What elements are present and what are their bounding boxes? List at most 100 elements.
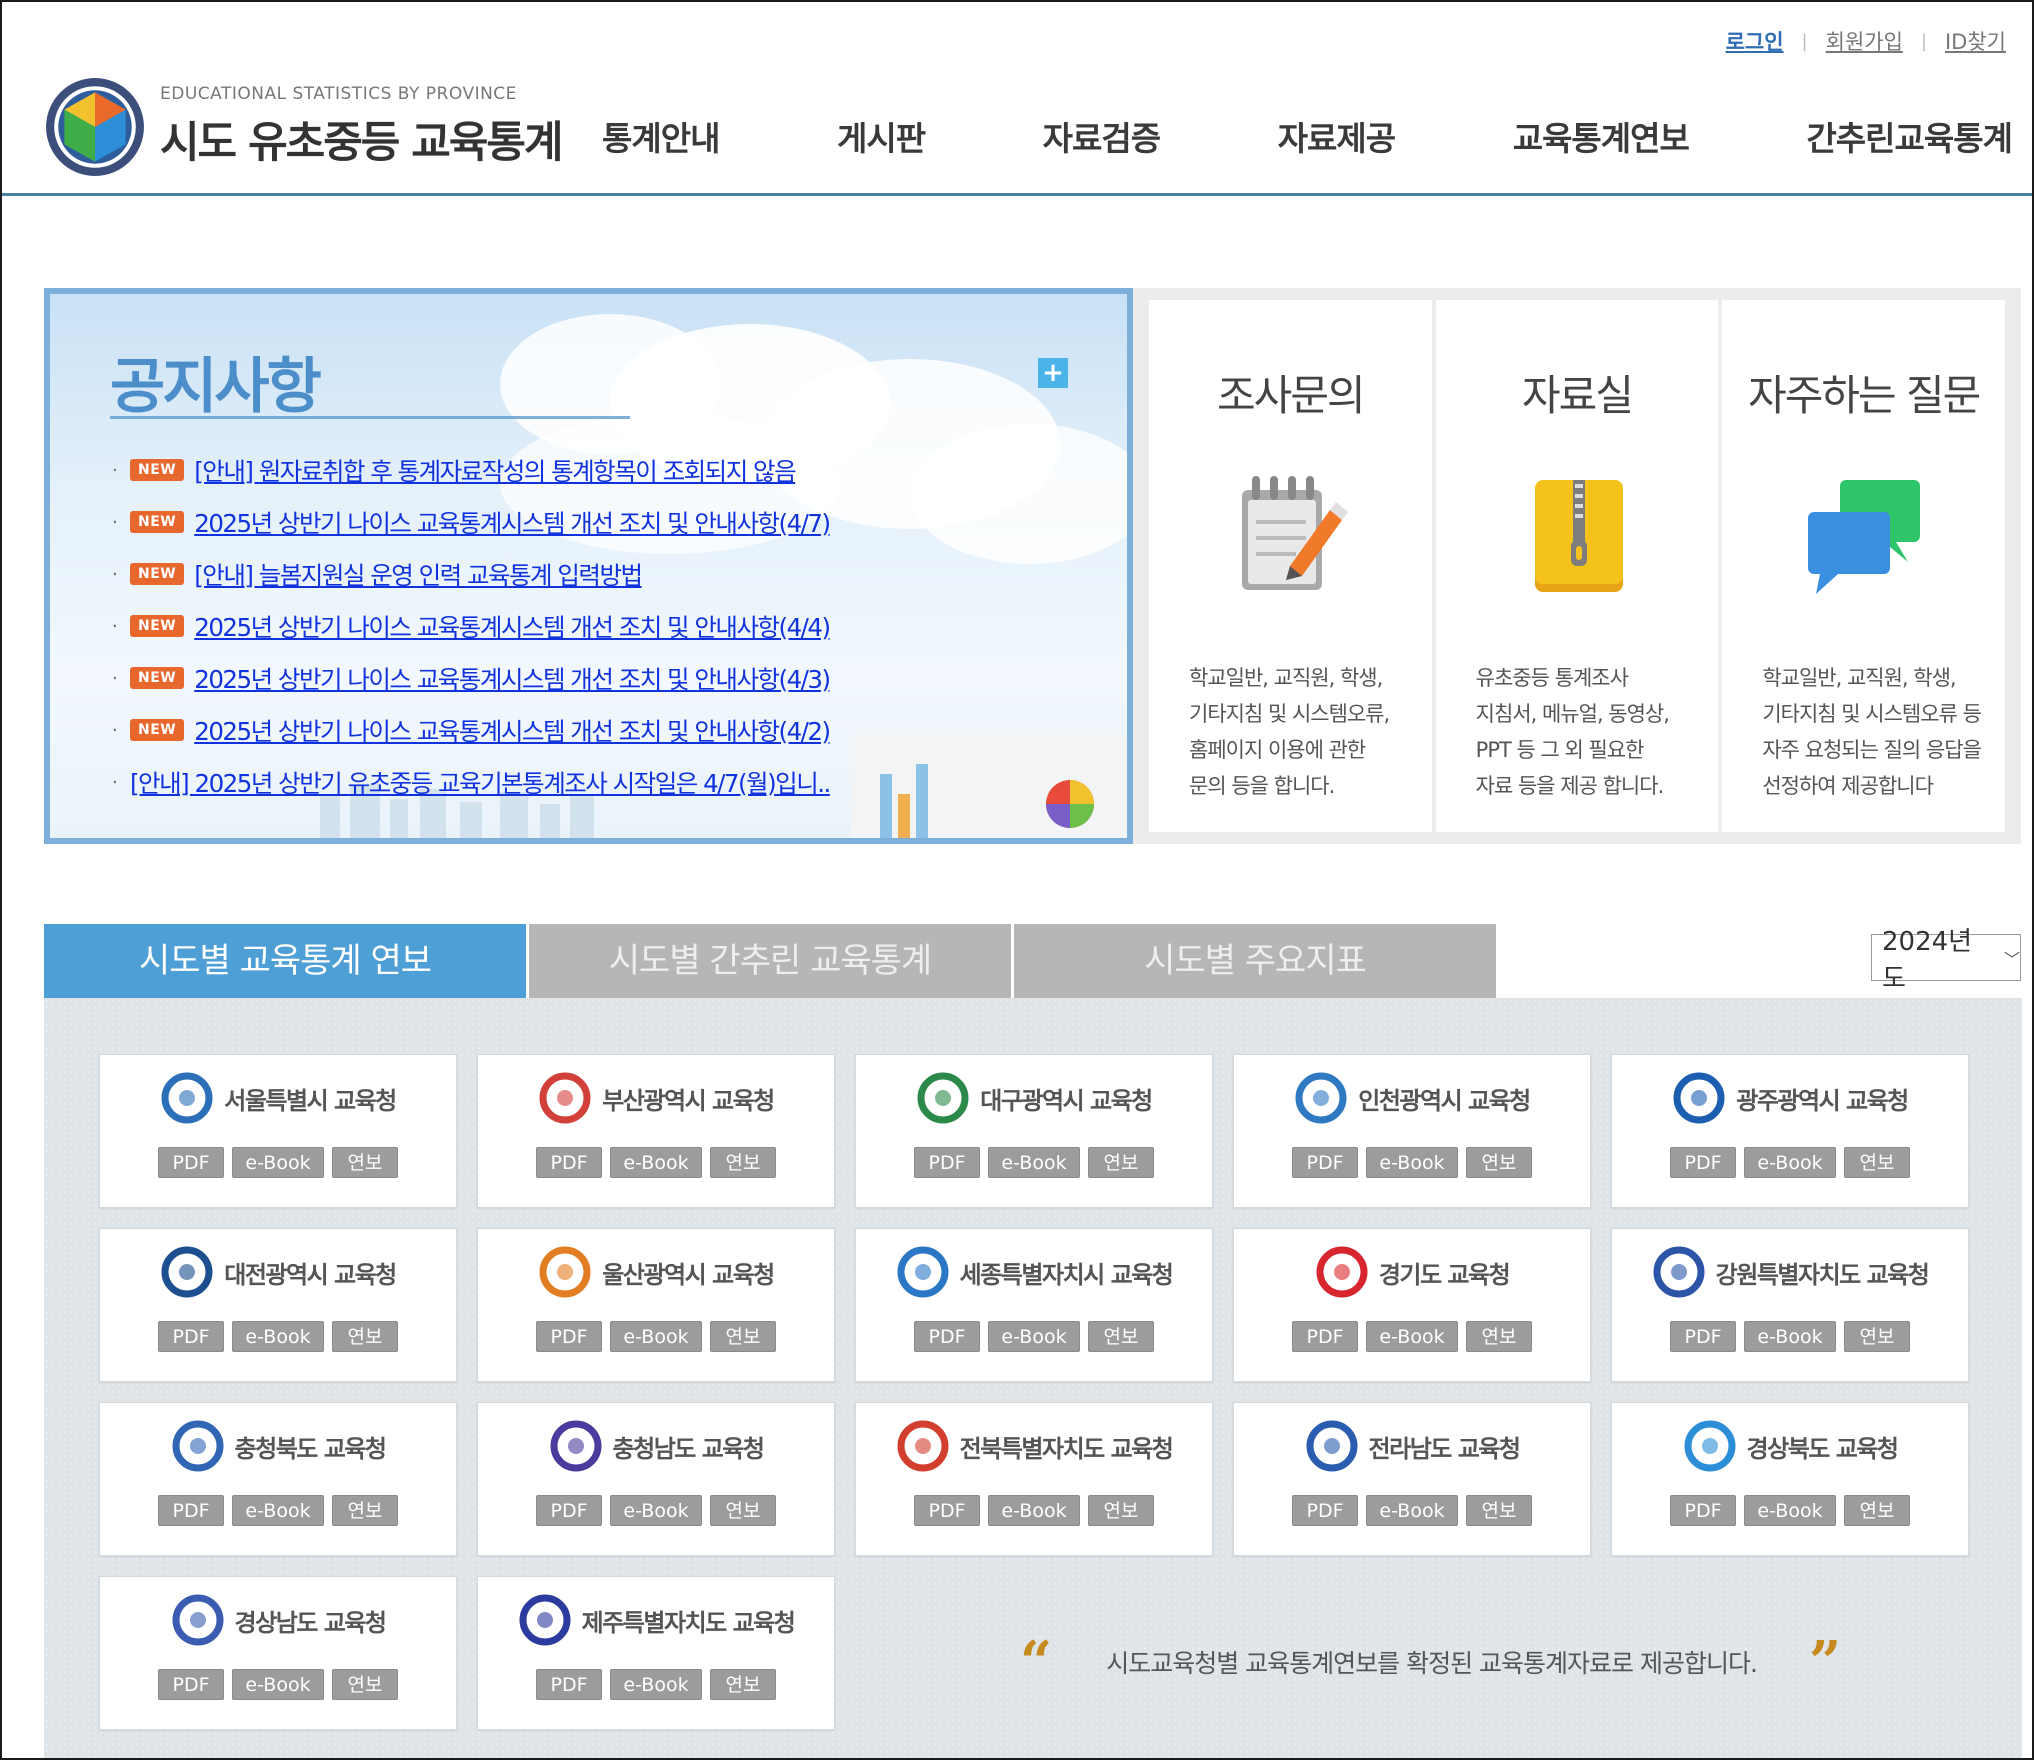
notice-item: · [안내] 2025년 상반기 유초중등 교육기본통계조사 시작일은 4/7(월… <box>112 756 831 808</box>
yearbook-button[interactable]: 연보 <box>710 1321 776 1352</box>
pdf-button[interactable]: PDF <box>914 1321 980 1352</box>
office-header: 경상남도 교육청 <box>100 1593 456 1647</box>
signup-link[interactable]: 회원가입 <box>1826 26 1903 56</box>
main-nav: 통계안내 게시판 자료검증 자료제공 교육통계연보 간추린교육통계 <box>602 112 2013 160</box>
quick-item-faq[interactable]: 자주하는 질문 학교일반, 교직원, 학생, 기타지침 및 시스템오류 등 자주… <box>1722 300 2006 832</box>
yearbook-button[interactable]: 연보 <box>1844 1147 1910 1178</box>
ebook-button[interactable]: e-Book <box>232 1321 324 1352</box>
office-logo-icon <box>917 1072 969 1124</box>
pdf-button[interactable]: PDF <box>536 1669 602 1700</box>
find-id-link[interactable]: ID찾기 <box>1945 26 2006 56</box>
quick-item-data-room[interactable]: 자료실 유초중등 통계조사 지침서, 메뉴얼, 동영상, PPT 등 그 외 필… <box>1435 300 1719 832</box>
yearbook-button[interactable]: 연보 <box>1844 1321 1910 1352</box>
ebook-button[interactable]: e-Book <box>232 1495 324 1526</box>
utility-links: 로그인 | 회원가입 | ID찾기 <box>1726 26 2006 56</box>
office-header: 제주특별자치도 교육청 <box>478 1593 834 1647</box>
nav-item-verification[interactable]: 자료검증 <box>1043 112 1161 160</box>
ebook-button[interactable]: e-Book <box>1366 1495 1458 1526</box>
yearbook-button[interactable]: 연보 <box>332 1321 398 1352</box>
yearbook-button[interactable]: 연보 <box>332 1669 398 1700</box>
ebook-button[interactable]: e-Book <box>1744 1495 1836 1526</box>
pdf-button[interactable]: PDF <box>1670 1147 1736 1178</box>
login-link[interactable]: 로그인 <box>1726 26 1784 56</box>
yearbook-button[interactable]: 연보 <box>1466 1147 1532 1178</box>
pdf-button[interactable]: PDF <box>536 1321 602 1352</box>
pdf-button[interactable]: PDF <box>158 1495 224 1526</box>
pdf-button[interactable]: PDF <box>158 1669 224 1700</box>
office-name: 전북특별자치도 교육청 <box>959 1434 1174 1463</box>
tab-brief-stats[interactable]: 시도별 간추린 교육통계 <box>529 924 1011 998</box>
ebook-button[interactable]: e-Book <box>1366 1147 1458 1178</box>
ebook-button[interactable]: e-Book <box>1744 1147 1836 1178</box>
nav-item-yearbook[interactable]: 교육통계연보 <box>1513 112 1690 160</box>
pdf-button[interactable]: PDF <box>158 1147 224 1178</box>
notice-link[interactable]: 2025년 상반기 나이스 교육통계시스템 개선 조치 및 안내사항(4/7) <box>194 505 831 540</box>
separator: | <box>1801 30 1808 52</box>
ebook-button[interactable]: e-Book <box>988 1495 1080 1526</box>
ebook-button[interactable]: e-Book <box>232 1669 324 1700</box>
pdf-button[interactable]: PDF <box>536 1147 602 1178</box>
nav-item-data-service[interactable]: 자료제공 <box>1278 112 1396 160</box>
yearbook-button[interactable]: 연보 <box>332 1495 398 1526</box>
office-card: 인천광역시 교육청 PDF e-Book 연보 <box>1233 1054 1591 1208</box>
ebook-button[interactable]: e-Book <box>1744 1321 1836 1352</box>
yearbook-button[interactable]: 연보 <box>710 1147 776 1178</box>
office-card: 대전광역시 교육청 PDF e-Book 연보 <box>99 1228 457 1382</box>
office-buttons: PDF e-Book 연보 <box>100 1669 456 1700</box>
ebook-button[interactable]: e-Book <box>1366 1321 1458 1352</box>
yearbook-button[interactable]: 연보 <box>1844 1495 1910 1526</box>
office-name: 부산광역시 교육청 <box>602 1086 775 1115</box>
pdf-button[interactable]: PDF <box>1292 1147 1358 1178</box>
yearbook-button[interactable]: 연보 <box>1088 1147 1154 1178</box>
ebook-button[interactable]: e-Book <box>610 1495 702 1526</box>
office-card: 충청남도 교육청 PDF e-Book 연보 <box>477 1402 835 1556</box>
tab-yearbook[interactable]: 시도별 교육통계 연보 <box>44 924 526 1010</box>
ebook-button[interactable]: e-Book <box>232 1147 324 1178</box>
yearbook-button[interactable]: 연보 <box>1466 1495 1532 1526</box>
tab-key-indicators[interactable]: 시도별 주요지표 <box>1014 924 1496 998</box>
year-select[interactable]: 2024년도 ﹀ <box>1871 927 2021 994</box>
office-name: 경상북도 교육청 <box>1746 1434 1899 1463</box>
pdf-button[interactable]: PDF <box>1670 1495 1736 1526</box>
pdf-button[interactable]: PDF <box>1292 1321 1358 1352</box>
ebook-button[interactable]: e-Book <box>610 1147 702 1178</box>
yearbook-button[interactable]: 연보 <box>332 1147 398 1178</box>
notice-link[interactable]: 2025년 상반기 나이스 교육통계시스템 개선 조치 및 안내사항(4/2) <box>194 713 831 748</box>
pdf-button[interactable]: PDF <box>536 1495 602 1526</box>
ebook-button[interactable]: e-Book <box>610 1669 702 1700</box>
office-buttons: PDF e-Book 연보 <box>1234 1495 1590 1526</box>
ebook-button[interactable]: e-Book <box>610 1321 702 1352</box>
yearbook-button[interactable]: 연보 <box>1466 1321 1532 1352</box>
office-logo-icon <box>1653 1246 1705 1298</box>
office-buttons: PDF e-Book 연보 <box>478 1321 834 1352</box>
yearbook-button[interactable]: 연보 <box>710 1669 776 1700</box>
yearbook-button[interactable]: 연보 <box>1088 1495 1154 1526</box>
nav-item-board[interactable]: 게시판 <box>837 112 926 160</box>
quick-item-survey-inquiry[interactable]: 조사문의 학교일반, 교직원, 학생, 기타지침 및 시스템오류, 홈페이지 이… <box>1149 300 1432 832</box>
pdf-button[interactable]: PDF <box>1292 1495 1358 1526</box>
new-badge: NEW <box>130 667 185 689</box>
office-logo-icon <box>1306 1420 1358 1472</box>
pdf-button[interactable]: PDF <box>158 1321 224 1352</box>
office-logo-icon <box>897 1420 949 1472</box>
nav-item-brief-stats[interactable]: 간추린교육통계 <box>1806 112 2013 160</box>
office-header: 전북특별자치도 교육청 <box>856 1419 1212 1473</box>
notice-link[interactable]: [안내] 원자료취합 후 통계자료작성의 통계항목이 조회되지 않음 <box>194 453 796 488</box>
bullet: · <box>112 459 118 481</box>
site-logo[interactable]: EDUCATIONAL STATISTICS BY PROVINCE 시도 유초… <box>44 76 564 178</box>
office-logo-icon <box>161 1072 213 1124</box>
ebook-button[interactable]: e-Book <box>988 1147 1080 1178</box>
notice-link[interactable]: [안내] 2025년 상반기 유초중등 교육기본통계조사 시작일은 4/7(월)… <box>130 765 831 800</box>
ebook-button[interactable]: e-Book <box>988 1321 1080 1352</box>
yearbook-button[interactable]: 연보 <box>1088 1321 1154 1352</box>
yearbook-button[interactable]: 연보 <box>710 1495 776 1526</box>
office-card: 세종특별자치시 교육청 PDF e-Book 연보 <box>855 1228 1213 1382</box>
notice-more-button[interactable]: + <box>1038 358 1068 388</box>
notice-link[interactable]: [안내] 늘봄지원실 운영 인력 교육통계 입력방법 <box>194 557 643 592</box>
notice-link[interactable]: 2025년 상반기 나이스 교육통계시스템 개선 조치 및 안내사항(4/3) <box>194 661 831 696</box>
pdf-button[interactable]: PDF <box>914 1147 980 1178</box>
nav-item-stats-guide[interactable]: 통계안내 <box>602 112 720 160</box>
notice-link[interactable]: 2025년 상반기 나이스 교육통계시스템 개선 조치 및 안내사항(4/4) <box>194 609 831 644</box>
pdf-button[interactable]: PDF <box>1670 1321 1736 1352</box>
pdf-button[interactable]: PDF <box>914 1495 980 1526</box>
